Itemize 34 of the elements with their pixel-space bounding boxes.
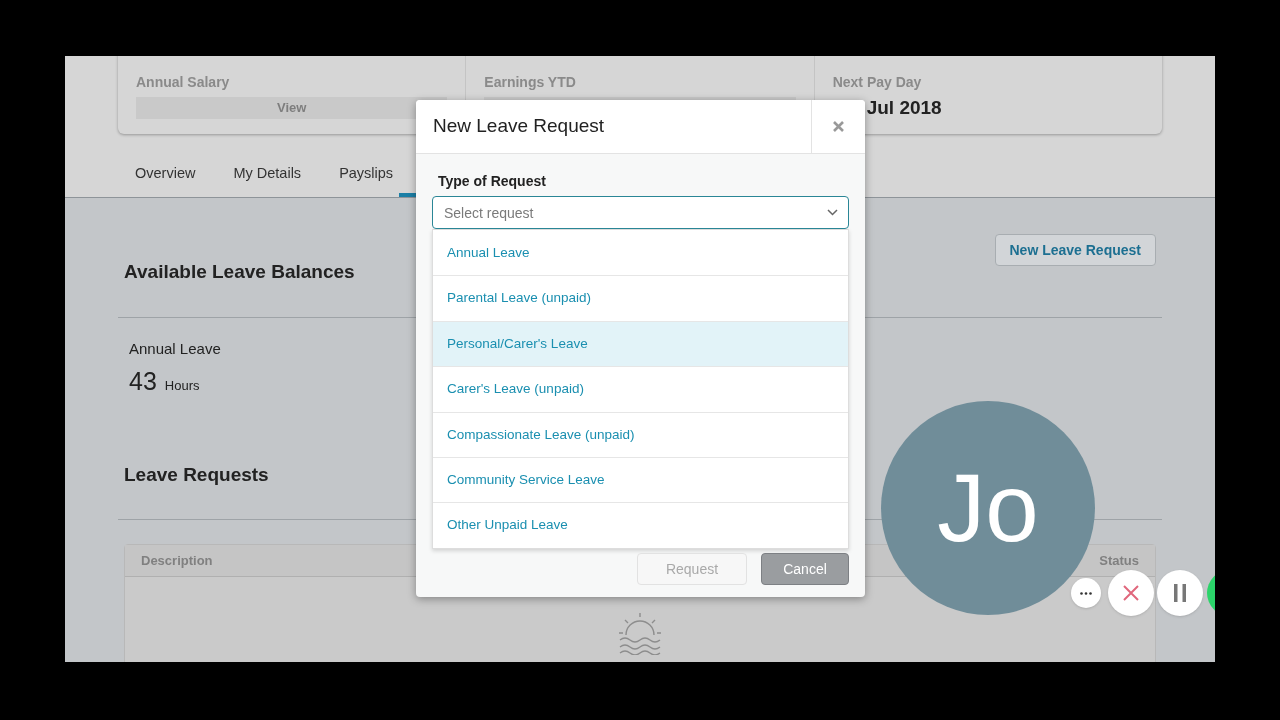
summary-label: Annual Salary xyxy=(136,74,231,91)
view-button[interactable]: View xyxy=(136,97,448,119)
column-header: Description xyxy=(141,551,213,570)
sunset-icon xyxy=(617,611,663,655)
section-heading: Leave Requests xyxy=(124,463,269,487)
field-label: Type of Request xyxy=(437,173,547,190)
section-heading: Available Leave Balances xyxy=(124,260,355,284)
pause-button[interactable] xyxy=(1157,570,1203,616)
dropdown-option[interactable]: Personal/Carer's Leave xyxy=(433,320,848,367)
cancel-button[interactable]: Cancel xyxy=(761,553,849,585)
new-leave-request-button[interactable]: New Leave Request xyxy=(994,234,1156,266)
pause-icon xyxy=(1174,584,1186,602)
column-header: Status xyxy=(1099,551,1139,570)
more-icon xyxy=(1080,591,1092,595)
close-icon xyxy=(833,121,844,132)
dropdown-option[interactable]: Other Unpaid Leave xyxy=(433,502,848,548)
balance-label: Annual Leave xyxy=(129,339,221,359)
summary-label: Next Pay Day xyxy=(832,74,923,91)
dropdown-option[interactable]: Parental Leave (unpaid) xyxy=(433,275,848,321)
dropdown-option[interactable]: Carer's Leave (unpaid) xyxy=(433,366,848,412)
tab[interactable]: My Details xyxy=(216,153,319,197)
summary-value: Jul 2018 xyxy=(866,97,942,118)
avatar: Jo xyxy=(881,401,1095,615)
dropdown-option[interactable]: Compassionate Leave (unpaid) xyxy=(433,411,848,457)
dropdown-option[interactable]: Community Service Leave xyxy=(433,456,848,503)
chevron-down-icon xyxy=(827,209,838,216)
balance-unit: Hours xyxy=(164,376,200,395)
dropdown-option[interactable]: Annual Leave xyxy=(433,230,848,276)
close-icon xyxy=(1123,585,1139,601)
request-type-select[interactable]: Select request xyxy=(432,196,849,229)
balance-value: 43 xyxy=(129,365,157,397)
tab[interactable]: Payslips xyxy=(322,153,411,197)
summary-label: Earnings YTD xyxy=(484,74,577,91)
tab[interactable]: Overview xyxy=(118,153,213,197)
